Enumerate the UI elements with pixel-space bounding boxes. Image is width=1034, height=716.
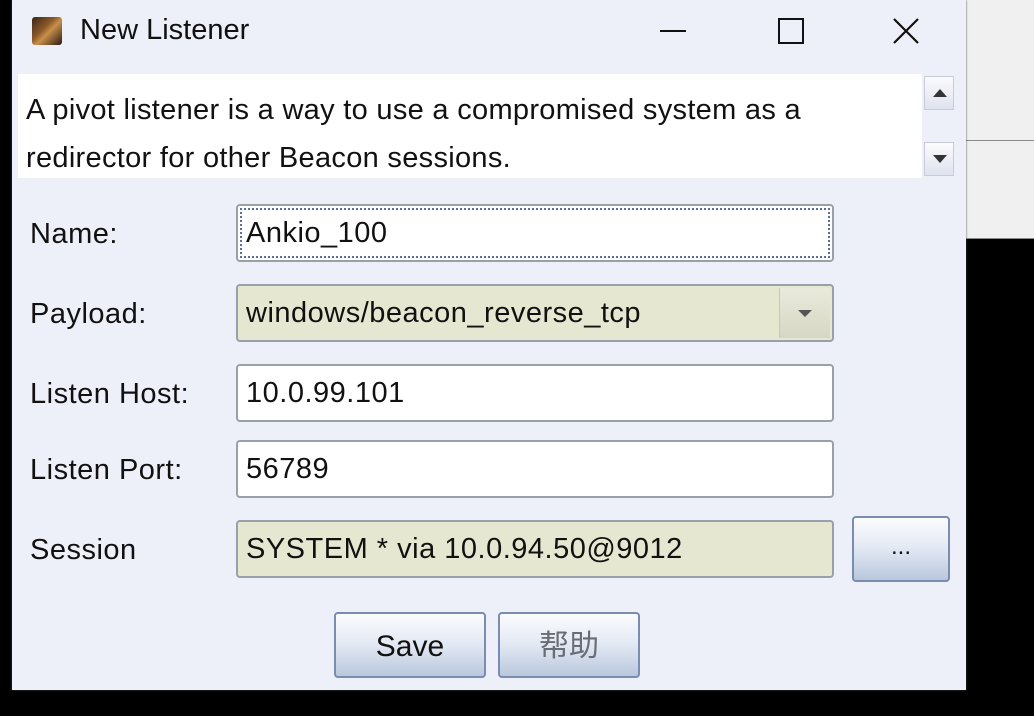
session-label: Session xyxy=(30,534,137,566)
app-icon xyxy=(32,17,62,45)
description-area: A pivot listener is a way to use a compr… xyxy=(18,74,954,178)
listen-host-label: Listen Host: xyxy=(30,378,190,410)
close-icon xyxy=(893,18,919,44)
save-button[interactable]: Save xyxy=(334,612,486,678)
help-button[interactable]: 帮助 xyxy=(498,612,640,678)
maximize-icon xyxy=(778,18,804,44)
payload-label: Payload: xyxy=(30,298,147,330)
listen-port-label: Listen Port: xyxy=(30,454,183,486)
scroll-down-icon xyxy=(933,155,947,163)
payload-selected-value: windows/beacon_reverse_tcp xyxy=(246,297,642,329)
title-bar: New Listener xyxy=(12,0,966,64)
new-listener-dialog: New Listener A pivot listener is a way t… xyxy=(12,0,966,690)
description-scrollbar[interactable] xyxy=(922,74,954,178)
minimize-button[interactable] xyxy=(622,0,722,62)
payload-dropdown-button[interactable] xyxy=(779,288,830,338)
scroll-up-icon xyxy=(933,89,947,97)
window-title: New Listener xyxy=(80,14,250,46)
close-button[interactable] xyxy=(857,0,957,62)
payload-select[interactable]: windows/beacon_reverse_tcp xyxy=(236,284,834,342)
listen-host-input[interactable]: 10.0.99.101 xyxy=(236,364,834,422)
minimize-icon xyxy=(660,30,686,32)
description-text: A pivot listener is a way to use a compr… xyxy=(26,94,801,174)
name-label: Name: xyxy=(30,218,118,250)
chevron-down-icon xyxy=(798,310,812,317)
scroll-down-button[interactable] xyxy=(924,142,954,176)
session-browse-button[interactable]: ... xyxy=(852,516,950,582)
listen-port-input[interactable]: 56789 xyxy=(236,440,834,498)
background-divider xyxy=(960,140,1034,141)
background-window xyxy=(960,0,1034,239)
scroll-up-button[interactable] xyxy=(924,76,954,110)
name-input[interactable]: Ankio_100 xyxy=(236,204,834,262)
session-field[interactable]: SYSTEM * via 10.0.94.50@9012 xyxy=(236,520,834,578)
maximize-button[interactable] xyxy=(740,0,840,62)
